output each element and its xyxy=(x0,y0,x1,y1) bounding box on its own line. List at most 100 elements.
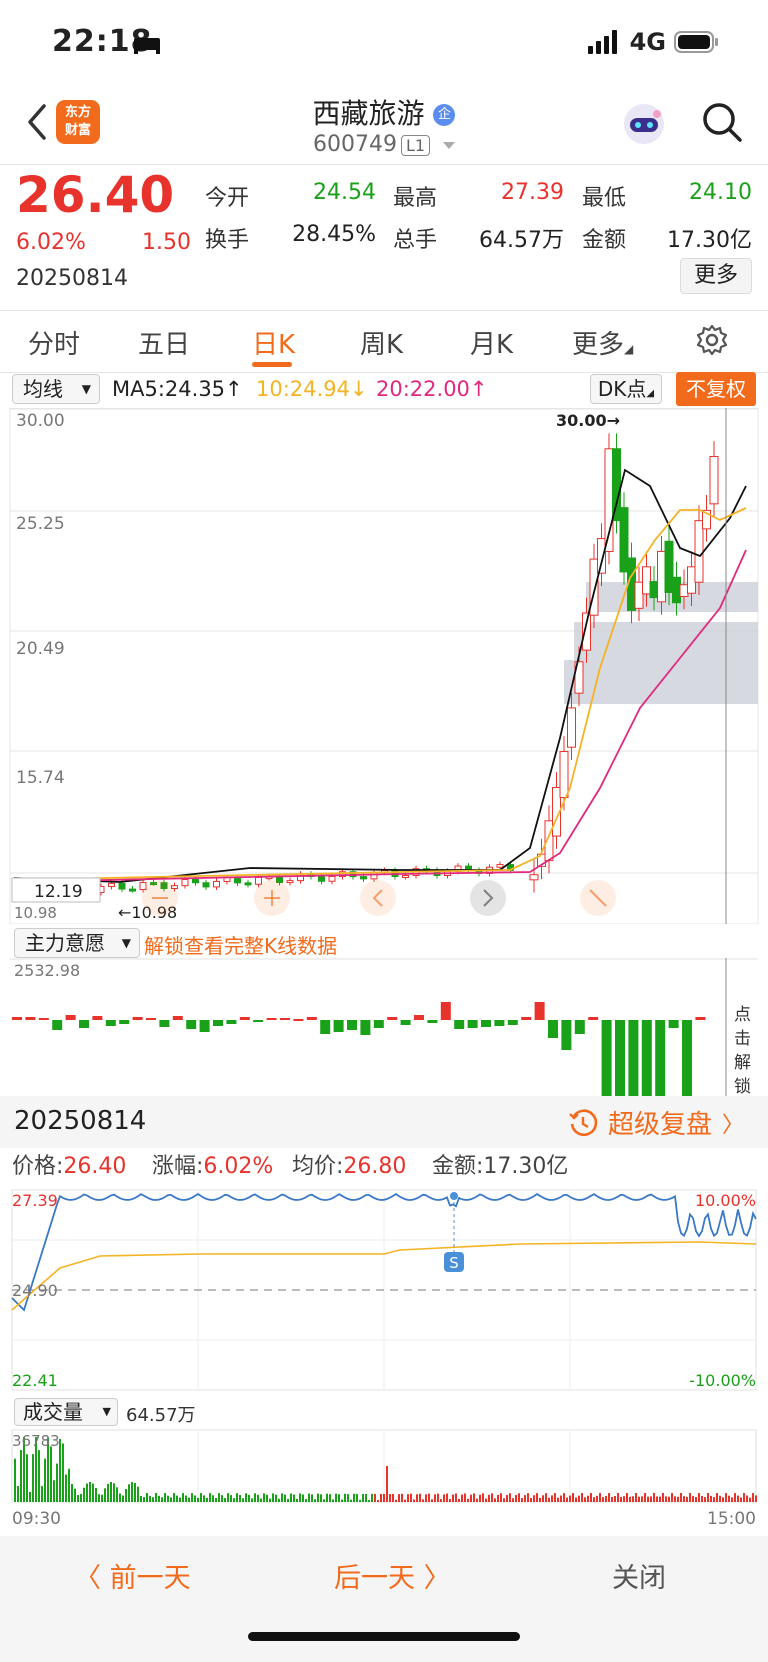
tab-five-day[interactable]: 五日 xyxy=(138,324,190,361)
more-quote-button[interactable]: 更多 xyxy=(680,258,752,294)
search-icon[interactable] xyxy=(700,100,744,144)
volume-bar xyxy=(278,1498,280,1502)
sub-max-label: 2532.98 xyxy=(14,961,80,980)
volume-bar xyxy=(452,1494,454,1502)
prev-day-button[interactable]: 〈 前一天 xyxy=(74,1556,191,1595)
candle xyxy=(328,875,336,882)
indicator-select[interactable]: 主力意愿 ▼ xyxy=(14,928,140,958)
volume-bar xyxy=(287,1498,289,1502)
close-button[interactable]: 关闭 xyxy=(612,1556,666,1595)
indicator-bar xyxy=(146,1018,156,1020)
tab-more[interactable]: 更多◢ xyxy=(572,324,633,361)
volume-bar xyxy=(191,1493,193,1502)
y-tick: 30.00 xyxy=(16,411,65,431)
volume-bar xyxy=(173,1493,175,1502)
indicator-bar xyxy=(333,1020,344,1032)
volume-bar xyxy=(446,1493,448,1502)
volume-bar xyxy=(695,1496,697,1502)
scroll-left-icon[interactable] xyxy=(360,880,396,916)
low-label: 最低 xyxy=(582,186,627,211)
volume-bar xyxy=(257,1494,259,1502)
volume-bar xyxy=(218,1493,220,1502)
volume-bar xyxy=(527,1493,529,1502)
volume-bar xyxy=(515,1495,517,1502)
volume-bar xyxy=(356,1494,358,1502)
no-adjust-button[interactable]: 不复权 xyxy=(676,372,756,406)
dk-point-button[interactable]: DK点◢ xyxy=(590,374,662,404)
volume-bar xyxy=(347,1494,349,1502)
volume-bar xyxy=(188,1497,190,1502)
tab-monthly-k[interactable]: 月K xyxy=(470,324,513,361)
volume-bar xyxy=(542,1495,544,1502)
amount-value: 17.30亿 xyxy=(667,228,752,253)
volume-bar xyxy=(53,1480,55,1502)
volume-bar xyxy=(248,1494,250,1502)
scroll-right-icon[interactable] xyxy=(470,880,506,916)
volume-bar xyxy=(491,1493,493,1502)
kline-chart[interactable]: 30.00 25.25 20.49 15.74 30.00→ 12.19 10.… xyxy=(0,408,768,924)
volume-bar xyxy=(101,1494,103,1502)
volume-bar xyxy=(302,1494,304,1502)
volume-chart: 36783 09:30 15:00 xyxy=(11,1429,757,1529)
volume-bar xyxy=(71,1483,73,1502)
volume-bar xyxy=(335,1493,337,1502)
volume-bar xyxy=(176,1495,178,1502)
volume-bar xyxy=(320,1494,322,1502)
volume-bar xyxy=(44,1458,46,1502)
super-review-button[interactable]: 超级复盘〉 xyxy=(568,1104,744,1141)
indicator-bar xyxy=(52,1020,63,1030)
gear-icon[interactable] xyxy=(696,324,728,356)
resistance-zone xyxy=(574,622,758,660)
open-value: 24.54 xyxy=(313,180,376,205)
high-label: 最高 xyxy=(393,186,438,211)
volume-label: 总手 xyxy=(393,228,438,253)
tab-intraday[interactable]: 分时 xyxy=(28,324,80,361)
volume-bar xyxy=(416,1494,418,1502)
indicator-bar xyxy=(373,1020,384,1028)
volume-bar xyxy=(125,1489,127,1502)
ma-select[interactable]: 均线 ▼ xyxy=(12,374,100,404)
volume-bar xyxy=(734,1493,736,1502)
side-unlock-2[interactable]: 击 xyxy=(734,1029,751,1049)
volume-bar xyxy=(212,1495,214,1502)
tab-daily-k[interactable]: 日K xyxy=(252,324,295,361)
volume-bar xyxy=(170,1497,172,1502)
volume-bar xyxy=(128,1484,130,1502)
volume-bar xyxy=(572,1493,574,1502)
next-day-button[interactable]: 后一天 〉 xyxy=(334,1556,451,1595)
volume-bar xyxy=(158,1495,160,1502)
volume-bar xyxy=(401,1493,403,1502)
volume-bar xyxy=(65,1474,67,1502)
volume-bar xyxy=(659,1496,661,1502)
ma10-value: 10:24.94↓ xyxy=(256,377,368,401)
side-unlock-4[interactable]: 锁 xyxy=(734,1077,751,1096)
volume-bar xyxy=(431,1499,433,1502)
volume-bar xyxy=(284,1494,286,1502)
volume-bar xyxy=(362,1493,364,1502)
side-unlock-1[interactable]: 点 xyxy=(734,1005,751,1025)
divider xyxy=(0,372,768,373)
volume-bar xyxy=(353,1493,355,1502)
volume-bar xyxy=(203,1495,205,1502)
tick-y-bottom: 22.41 xyxy=(12,1371,58,1390)
volume-value: 64.57万 xyxy=(479,228,564,253)
volume-bar xyxy=(518,1493,520,1502)
intraday-chart[interactable]: 27.39 24.90 22.41 10.00% -10.00% S xyxy=(0,1182,768,1396)
volume-bar xyxy=(689,1493,691,1502)
volume-bar xyxy=(746,1495,748,1502)
volume-bar xyxy=(26,1454,28,1502)
robot-assistant-icon[interactable] xyxy=(620,100,668,148)
indicator-bar xyxy=(239,1017,250,1020)
caret-down-icon xyxy=(443,141,456,149)
tab-weekly-k[interactable]: 周K xyxy=(360,324,403,361)
indicator-bar xyxy=(12,1017,22,1020)
indicator-bar xyxy=(467,1020,478,1028)
volume-bar xyxy=(587,1495,589,1502)
candle xyxy=(529,874,539,881)
indicator-bar xyxy=(414,1015,424,1020)
unlock-link[interactable]: 解锁查看完整K线数据 xyxy=(144,930,337,959)
volume-bar xyxy=(533,1495,535,1502)
volume-select[interactable]: 成交量 ▼ xyxy=(14,1398,118,1426)
candle xyxy=(679,584,689,597)
side-unlock-3[interactable]: 解 xyxy=(734,1053,751,1073)
